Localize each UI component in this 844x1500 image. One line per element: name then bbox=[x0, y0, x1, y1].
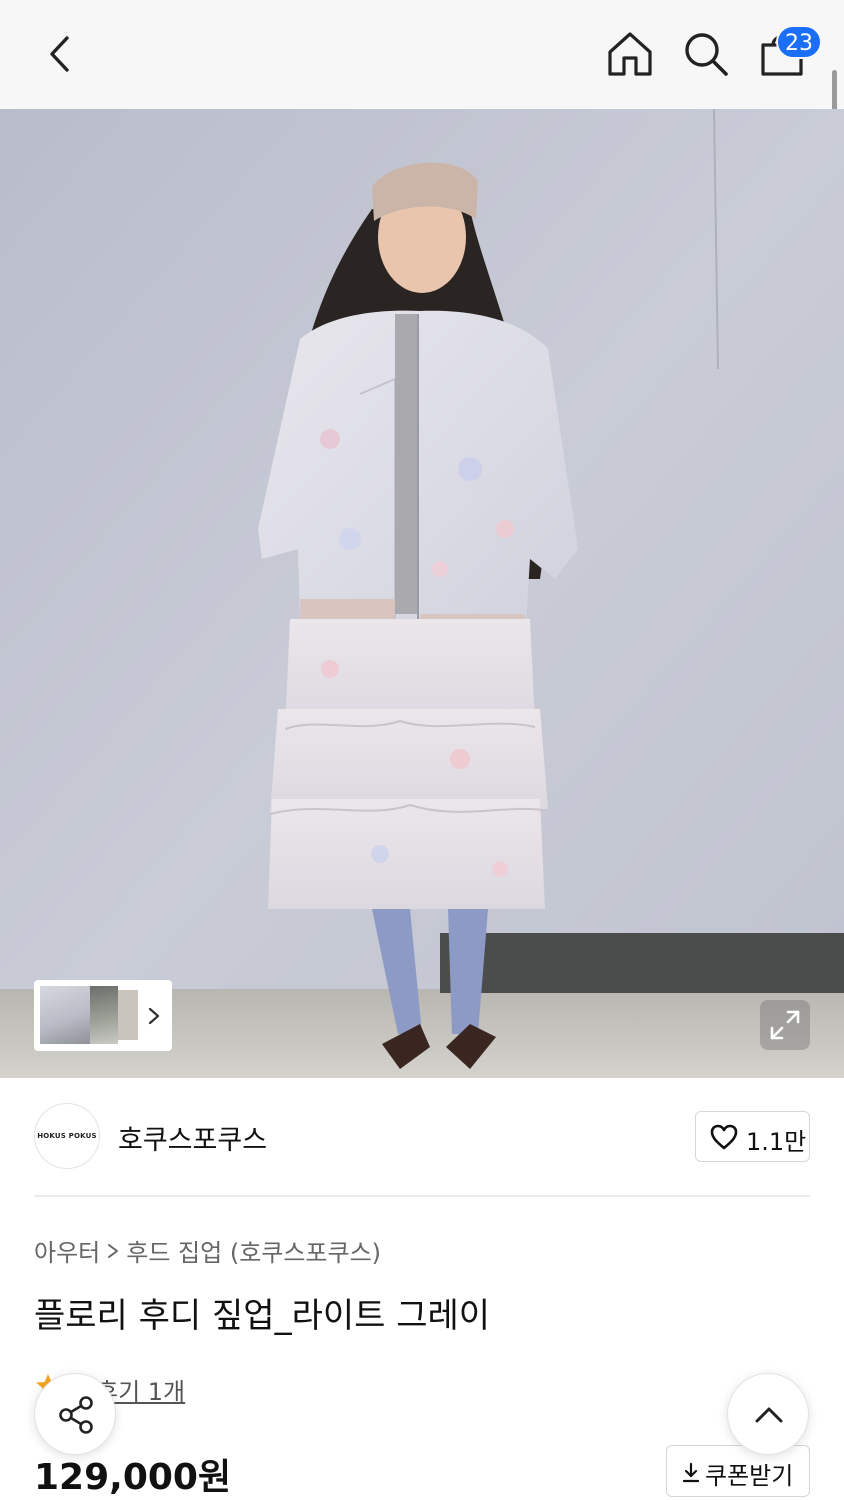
share-icon bbox=[59, 1396, 93, 1434]
thumbnail-image[interactable] bbox=[118, 990, 138, 1040]
product-price: 129,000원 bbox=[34, 1457, 232, 1498]
search-icon bbox=[685, 33, 728, 76]
scroll-to-top-button[interactable] bbox=[727, 1373, 809, 1455]
home-icon bbox=[608, 32, 652, 76]
coupon-download-button[interactable]: 쿠폰받기 bbox=[666, 1445, 810, 1497]
breadcrumb-subcategory[interactable]: 후드 집업 (호쿠스포쿠스) bbox=[126, 1239, 381, 1267]
section-divider bbox=[34, 1195, 810, 1197]
heart-icon bbox=[710, 1124, 738, 1150]
chevron-right-icon bbox=[106, 1239, 120, 1267]
expand-image-button[interactable] bbox=[760, 1000, 810, 1050]
image-thumbnail-strip[interactable] bbox=[34, 980, 172, 1051]
chevron-right-icon bbox=[148, 1007, 160, 1025]
back-arrow-icon bbox=[50, 36, 69, 72]
brand-name[interactable]: 호쿠스포쿠스 bbox=[118, 1118, 267, 1157]
coupon-label: 쿠폰받기 bbox=[705, 1462, 794, 1490]
thumbnail-image[interactable] bbox=[90, 986, 118, 1044]
home-button[interactable] bbox=[604, 28, 656, 80]
top-navigation-bar: 23 bbox=[0, 0, 844, 202]
download-icon bbox=[682, 1462, 700, 1483]
like-count: 1.1만 bbox=[746, 1128, 807, 1156]
expand-icon bbox=[770, 1010, 800, 1040]
product-photo-illustration bbox=[0, 109, 844, 1078]
brand-logo-text: HOKUS POKUS bbox=[37, 1132, 97, 1140]
like-button[interactable]: 1.1만 bbox=[695, 1111, 810, 1162]
brand-logo[interactable]: HOKUS POKUS bbox=[34, 1103, 100, 1169]
product-image[interactable] bbox=[0, 109, 844, 1078]
share-button[interactable] bbox=[34, 1373, 116, 1455]
thumbnail-image[interactable] bbox=[40, 986, 94, 1044]
product-title: 플로리 후디 짚업_라이트 그레이 bbox=[34, 1296, 491, 1336]
breadcrumb: 아우터 후드 집업 (호쿠스포쿠스) bbox=[34, 1233, 381, 1268]
search-button[interactable] bbox=[680, 28, 732, 80]
chevron-up-icon bbox=[755, 1407, 783, 1423]
breadcrumb-category[interactable]: 아우터 bbox=[34, 1239, 100, 1267]
cart-count-badge: 23 bbox=[776, 25, 822, 59]
back-button[interactable] bbox=[38, 30, 86, 78]
